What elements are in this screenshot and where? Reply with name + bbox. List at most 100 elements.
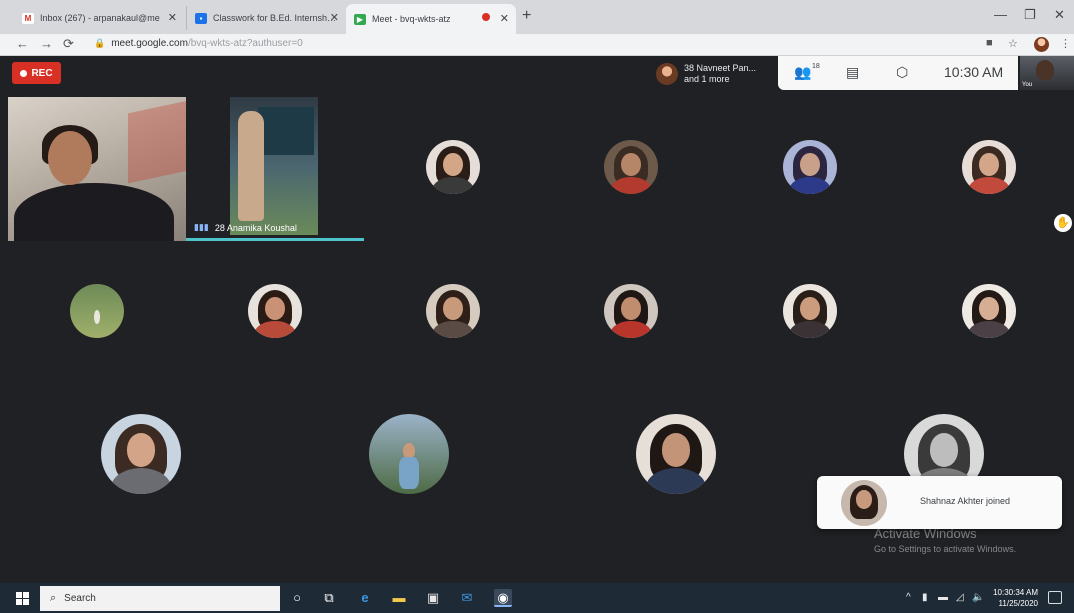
forward-icon[interactable]: → [40,36,53,51]
avatar-face [126,433,156,467]
new-tab-icon[interactable]: + [522,7,531,25]
avatar-face [800,152,820,176]
classroom-icon: ▪ [195,12,207,24]
tab-classroom[interactable]: ▪ Classwork for B.Ed. Internship 20 ✕ [186,6,346,30]
avatar-face [661,433,691,467]
participant-avatar[interactable] [962,140,1016,194]
avatar-body [399,457,419,490]
speaking-indicator-icon: ▮▮▮ [194,222,209,232]
avatar-figure [93,309,101,324]
participant-avatar[interactable] [783,140,837,194]
participant-video-pinned[interactable]: ▮▮▮ 28 Anamika Koushal [186,97,364,241]
recording-badge: REC [12,62,61,84]
url-field[interactable]: 🔒 meet.google.com/bvq-wkts-atz?authuser=0 [94,38,303,49]
activities-icon[interactable]: ⬡ [896,64,908,81]
participant-avatar[interactable] [962,284,1016,338]
avatar-face [443,152,463,176]
avatar-face [443,296,463,320]
file-explorer-icon[interactable]: ▬ [390,589,408,607]
url-path: /bvq-wkts-atz?authuser=0 [187,38,303,49]
back-icon[interactable]: ← [16,36,29,51]
presenter-avatar [656,63,678,85]
presenting-indicator[interactable]: 38 Navneet Pan... and 1 more [656,60,756,88]
record-dot-icon [20,69,28,77]
avatar-face [621,296,641,320]
participant-avatar[interactable] [70,284,124,338]
blackboard [258,107,314,155]
people-icon[interactable]: 👥 [794,64,811,81]
avatar-face [621,152,641,176]
avatar-face [979,296,999,320]
avatar-face [265,296,285,320]
activate-windows-watermark: Activate Windows Go to Settings to activ… [874,526,1016,554]
screen: M Inbox (267) - arpanakaul@me ✕ ▪ Classw… [0,0,1074,613]
participant-avatar[interactable] [426,284,480,338]
participant-avatar[interactable] [101,414,181,494]
tab-meet[interactable]: ▶ Meet - bvq-wkts-atz ✕ [346,4,516,34]
more-menu-icon[interactable]: ⋮ [1060,37,1071,50]
url-host: meet.google.com [111,38,188,49]
avatar-face [929,433,959,467]
self-view-tile[interactable]: You [1020,56,1074,90]
presenter-name: 38 Navneet Pan... [684,63,757,73]
taskbar-search[interactable]: ⌕ Search [40,586,280,611]
chat-icon[interactable]: ▤ [846,64,859,81]
join-message: Shahnaz Akhter joined [920,496,1011,506]
wall-shade [128,100,186,184]
self-label: You [1022,82,1033,88]
tab-title: Meet - bvq-wkts-atz [372,14,451,24]
avatar-face [856,490,872,509]
meet-icon: ▶ [354,13,366,25]
volume-icon[interactable]: 🔈 [972,592,984,603]
cortana-icon[interactable]: ○ [288,589,306,607]
gmail-icon: M [22,12,34,24]
self-head [1036,60,1054,80]
meet-top-bar: 👥 18 ▤ ⬡ 10:30 AM [778,56,1018,90]
maximize-icon[interactable]: ❐ [1024,7,1036,23]
keyboard-icon[interactable]: ▬ [938,592,948,603]
recording-dot-icon [482,13,490,21]
minimize-icon[interactable]: — [994,7,1007,22]
tab-title: Classwork for B.Ed. Internship 20 [213,13,338,23]
edge-icon[interactable]: e [356,589,374,607]
participant-avatar[interactable] [604,140,658,194]
window-close-icon[interactable]: ✕ [1054,7,1065,23]
activate-windows-subtitle: Go to Settings to activate Windows. [874,544,1017,554]
participant-avatar[interactable] [783,284,837,338]
notification-center-icon[interactable] [1048,591,1062,604]
participant-avatar[interactable] [636,414,716,494]
windows-taskbar: ⌕ Search ○ ⧉ e ▬ ▣ ✉ ◉ ^ ▮ ▬ ◿ 🔈 10:30:3… [0,583,1074,613]
video-person [238,111,264,221]
camera-icon[interactable]: ■ [986,37,993,49]
close-icon[interactable]: ✕ [330,11,339,24]
windows-start-icon[interactable] [16,592,29,605]
task-view-icon[interactable]: ⧉ [320,589,338,607]
tab-title: Inbox (267) - arpanakaul@me [40,13,160,23]
mail-icon[interactable]: ✉ [458,589,476,607]
close-icon[interactable]: ✕ [500,12,509,25]
network-icon[interactable]: ◿ [956,592,964,603]
taskbar-date: 11/25/2020 [998,599,1038,608]
taskbar-clock[interactable]: 10:30:34 AM 11/25/2020 [990,587,1038,609]
hand-raise-icon[interactable]: ✋ [1054,214,1072,232]
taskbar-time: 10:30:34 AM [993,588,1038,597]
participant-avatar[interactable] [369,414,449,494]
tab-gmail[interactable]: M Inbox (267) - arpanakaul@me ✕ [14,6,184,30]
participant-video-teacher[interactable] [8,97,186,241]
search-icon: ⌕ [50,592,57,604]
close-icon[interactable]: ✕ [168,11,177,24]
microphone-icon[interactable]: ▮ [922,592,928,603]
chrome-icon[interactable]: ◉ [494,589,512,607]
tray-chevron-icon[interactable]: ^ [906,592,911,603]
join-notification: Shahnaz Akhter joined [817,476,1062,529]
address-bar-row: ← → ⟳ 🔒 meet.google.com/bvq-wkts-atz?auth… [0,34,1074,56]
reload-icon[interactable]: ⟳ [63,36,74,52]
bookmark-star-icon[interactable]: ☆ [1008,37,1018,50]
search-placeholder: Search [64,593,96,604]
store-icon[interactable]: ▣ [424,589,442,607]
meet-clock: 10:30 AM [944,64,1004,80]
participant-avatar[interactable] [426,140,480,194]
profile-avatar[interactable] [1034,37,1049,52]
participant-avatar[interactable] [248,284,302,338]
participant-avatar[interactable] [604,284,658,338]
